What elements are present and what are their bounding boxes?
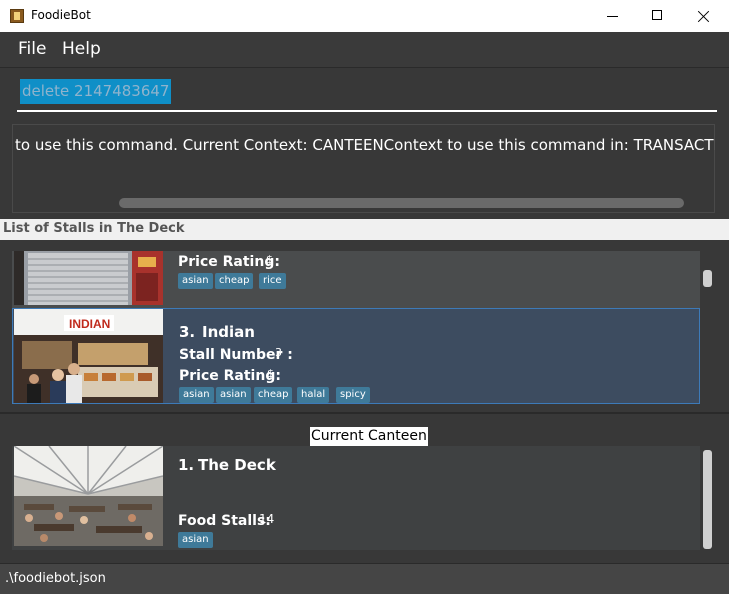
maximize-icon[interactable] <box>635 0 680 32</box>
menu-file[interactable]: File <box>18 39 46 59</box>
food-stalls-count: 14 <box>259 512 275 526</box>
food-court-image <box>14 446 163 546</box>
tag: rice <box>259 273 286 289</box>
result-scrollbar-thumb[interactable] <box>119 198 684 208</box>
price-rating-value: $ <box>266 253 273 266</box>
indian-stall-image: INDIAN <box>14 309 163 403</box>
tag: halal <box>297 387 330 403</box>
command-input-text[interactable]: delete 2147483647 <box>20 79 172 104</box>
canteen-name: The Deck <box>198 456 276 474</box>
tag: cheap <box>215 273 254 289</box>
tag: asian <box>216 387 251 403</box>
current-canteen-title: Current Canteen <box>310 427 428 446</box>
tag: asian <box>179 387 214 403</box>
stall-image: INDIAN <box>14 309 163 403</box>
status-file-path: .\foodiebot.json <box>5 571 106 586</box>
stall-index: 3. <box>179 323 196 341</box>
menu-bar <box>0 32 729 68</box>
tag: asian <box>178 532 213 548</box>
stall-sign-text: INDIAN <box>69 317 110 331</box>
tag: asian <box>178 273 213 289</box>
stall-number-value: 3 <box>275 346 282 359</box>
window-title: FoodieBot <box>31 8 91 22</box>
status-bar <box>0 563 729 594</box>
close-icon[interactable] <box>680 0 725 32</box>
price-rating-label: Price Rating: <box>178 254 280 270</box>
shutter-image <box>14 251 163 305</box>
stall-name: Indian <box>202 323 255 341</box>
minimize-icon[interactable] <box>590 0 635 32</box>
stall-list-scrollbar-thumb[interactable] <box>703 270 712 287</box>
app-icon <box>10 9 24 23</box>
canteen-image <box>14 446 163 546</box>
tag: cheap <box>254 387 293 403</box>
price-rating-value: $ <box>267 367 274 380</box>
canteen-scrollbar-thumb[interactable] <box>703 450 712 549</box>
stall-list-title: List of Stalls in The Deck <box>3 221 185 236</box>
stall-image <box>14 251 163 305</box>
canteen-index: 1. <box>178 456 195 474</box>
menu-help[interactable]: Help <box>62 39 101 59</box>
split-divider[interactable] <box>0 412 729 414</box>
food-stalls-label: Food Stalls: <box>178 513 271 529</box>
tag: spicy <box>336 387 370 403</box>
price-rating-label: Price Rating: <box>179 368 281 384</box>
result-text: to use this command. Current Context: CA… <box>15 136 715 154</box>
